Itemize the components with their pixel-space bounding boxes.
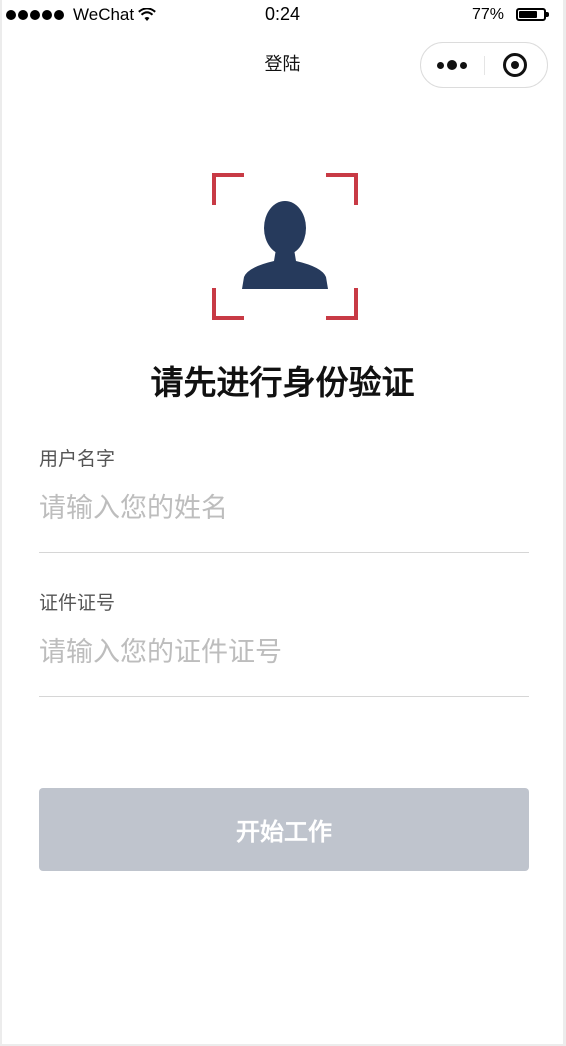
user-silhouette-icon — [242, 197, 328, 293]
mini-program-capsule — [420, 42, 548, 88]
start-work-button[interactable]: 开始工作 — [39, 788, 529, 871]
close-icon[interactable] — [503, 53, 527, 77]
frame-corner-bottom-right — [326, 288, 358, 320]
more-icon[interactable] — [437, 60, 467, 70]
face-scan-frame — [212, 173, 358, 320]
name-label: 用户名字 — [39, 448, 116, 470]
battery-icon — [516, 8, 549, 21]
battery-percent: 77% — [472, 6, 505, 23]
login-screen: WeChat 0:24 77% 登陆 请先进行身份验证 用户名字 请输入您的姓名… — [2, 0, 563, 1044]
frame-corner-top-right — [326, 173, 358, 205]
name-input[interactable] — [39, 483, 529, 533]
frame-corner-top-left — [212, 173, 244, 205]
id-number-divider — [39, 696, 529, 697]
id-number-label: 证件证号 — [39, 592, 116, 614]
id-number-input[interactable] — [39, 627, 529, 677]
frame-corner-bottom-left — [212, 288, 244, 320]
capsule-divider — [484, 56, 485, 75]
verification-heading: 请先进行身份验证 — [150, 363, 415, 402]
status-bar: WeChat 0:24 77% — [2, 0, 563, 32]
name-divider — [39, 552, 529, 553]
